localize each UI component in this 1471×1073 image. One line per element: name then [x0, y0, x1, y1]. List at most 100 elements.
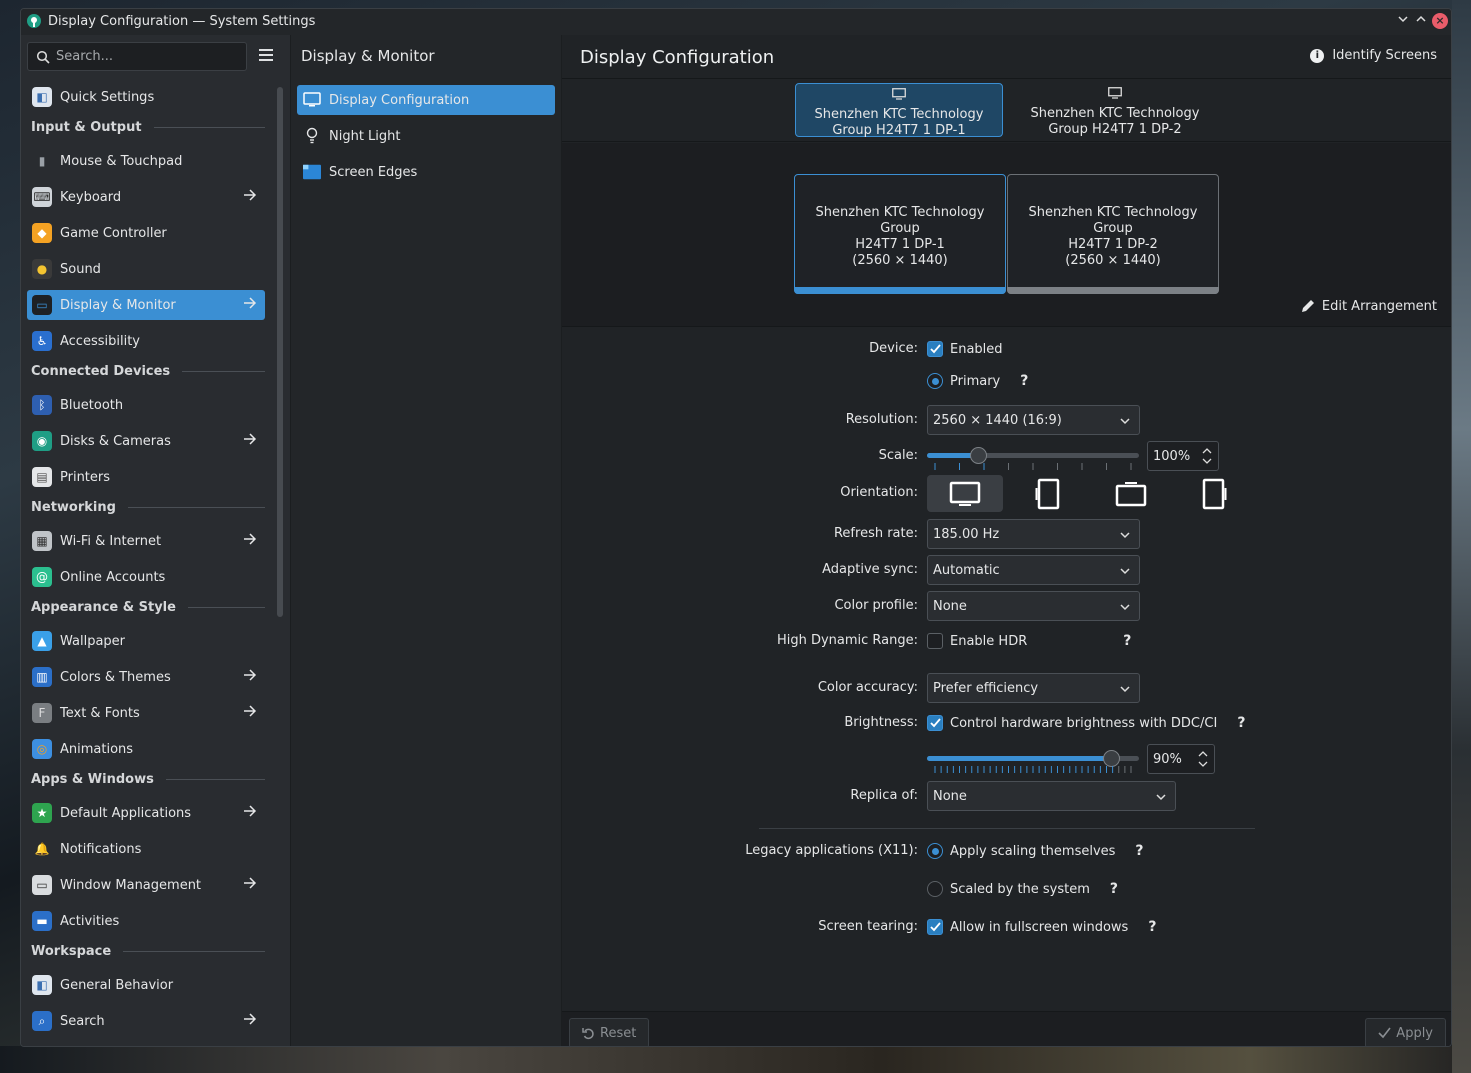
monitor-selection-bar — [794, 287, 1006, 294]
search-input[interactable] — [56, 49, 236, 64]
monitor-resolution: (2560 × 1440) — [852, 253, 948, 268]
reset-label: Reset — [600, 1025, 637, 1041]
close-button[interactable]: × — [1432, 13, 1448, 29]
reset-button[interactable]: Reset — [569, 1018, 650, 1046]
adaptive-sync-dropdown[interactable]: Automatic — [927, 555, 1140, 585]
ddc-checkbox[interactable]: Control hardware brightness with DDC/CI … — [927, 710, 1245, 736]
sidebar-item-search[interactable]: ⌕ Search — [27, 1006, 265, 1036]
arrow-right-icon — [244, 533, 257, 545]
subcategory-item-screen-edges[interactable]: Screen Edges — [297, 157, 555, 187]
sidebar-item-window-management[interactable]: ▭ Window Management — [27, 870, 265, 900]
sidebar-item-mouse-touchpad[interactable]: ▮ Mouse & Touchpad — [27, 146, 265, 176]
sidebar-item-sound[interactable]: ● Sound — [27, 254, 265, 284]
slider-handle[interactable] — [1103, 750, 1120, 767]
slider-ticks — [934, 766, 1132, 773]
spin-arrows-icon[interactable] — [1198, 748, 1208, 770]
minimize-button[interactable] — [1395, 13, 1411, 29]
resolution-row: Resolution: 2560 × 1440 (16:9) — [562, 403, 1451, 435]
checkbox-checked-icon — [927, 715, 943, 731]
help-icon[interactable]: ? — [1237, 715, 1245, 731]
arrow-right-icon — [244, 297, 257, 309]
maximize-button[interactable] — [1413, 13, 1429, 29]
sidebar-item-printers[interactable]: ▤ Printers — [27, 462, 265, 492]
help-icon[interactable]: ? — [1123, 633, 1131, 649]
sidebar-item-general-behavior[interactable]: ◧ General Behavior — [27, 970, 265, 1000]
sidebar-item-disks-cameras[interactable]: ◉ Disks & Cameras — [27, 426, 265, 456]
brightness-spinbox[interactable]: 90% — [1147, 744, 1215, 774]
monitor-icon — [892, 88, 906, 100]
search-box[interactable] — [27, 42, 247, 71]
orientation-portrait-button[interactable] — [1010, 475, 1086, 512]
sidebar-item-animations[interactable]: ◎ Animations — [27, 734, 265, 764]
scale-slider[interactable] — [927, 443, 1139, 470]
sidebar-item-text-fonts[interactable]: F Text & Fonts — [27, 698, 265, 728]
sidebar-item-colors-themes[interactable]: ▥ Colors & Themes — [27, 662, 265, 692]
refresh-rate-dropdown[interactable]: 185.00 Hz — [927, 519, 1140, 549]
sidebar-item-online-accounts[interactable]: @ Online Accounts — [27, 562, 265, 592]
arrangement-monitor-dp2[interactable]: Shenzhen KTC Technology Group H24T7 1 DP… — [1007, 174, 1219, 294]
scale-spinbox[interactable]: 100% — [1147, 441, 1219, 471]
general-behavior-icon: ◧ — [32, 975, 52, 995]
help-icon[interactable]: ? — [1110, 881, 1118, 897]
orientation-portrait-flipped-button[interactable] — [1176, 475, 1252, 512]
primary-radio[interactable]: Primary ? — [927, 368, 1028, 394]
chevron-down-icon — [1156, 794, 1166, 801]
help-icon[interactable]: ? — [1020, 373, 1028, 389]
screen-tab-dp1[interactable]: Shenzhen KTC Technology Group H24T7 1 DP… — [795, 83, 1003, 138]
replica-dropdown[interactable]: None — [927, 781, 1176, 811]
sidebar-item-notifications[interactable]: 🔔 Notifications — [27, 834, 265, 864]
orientation-landscape-button[interactable] — [927, 475, 1003, 512]
legacy-opt1-label: Apply scaling themselves — [950, 843, 1116, 859]
sidebar-item-default-applications[interactable]: ★ Default Applications — [27, 798, 265, 828]
sidebar-item-bluetooth[interactable]: ᛒ Bluetooth — [27, 390, 265, 420]
screen-edges-icon — [303, 163, 321, 181]
tearing-checkbox[interactable]: Allow in fullscreen windows ? — [927, 914, 1156, 940]
chevron-up-icon — [1416, 15, 1426, 22]
identify-screens-button[interactable]: i Identify Screens — [1310, 48, 1437, 63]
sidebar-item-label: Disks & Cameras — [60, 433, 171, 449]
section-rule — [165, 778, 265, 780]
main-panel: Display Configuration i Identify Screens… — [562, 35, 1451, 1046]
printer-icon: ▤ — [32, 467, 52, 487]
screen-tab-dp2[interactable]: Shenzhen KTC Technology Group H24T7 1 DP… — [1011, 83, 1219, 137]
help-icon[interactable]: ? — [1148, 919, 1156, 935]
legacy-apply-scaling-radio[interactable]: Apply scaling themselves ? — [927, 838, 1144, 864]
sidebar-item-label: Wallpaper — [60, 633, 126, 649]
refresh-row: Refresh rate: 185.00 Hz — [562, 517, 1451, 549]
sidebar-item-game-controller[interactable]: ◆ Game Controller — [27, 218, 265, 248]
checkmark-icon — [1378, 1027, 1391, 1039]
sidebar-item-wallpaper[interactable]: ▲ Wallpaper — [27, 626, 265, 656]
spin-arrows-icon[interactable] — [1202, 445, 1212, 467]
brightness-slider[interactable] — [927, 746, 1139, 773]
slider-handle[interactable] — [970, 447, 987, 464]
hdr-checkbox[interactable]: Enable HDR ? — [927, 628, 1131, 654]
subcategory-item-night-light[interactable]: Night Light — [297, 121, 555, 151]
edit-arrangement-button[interactable]: Edit Arrangement — [1300, 298, 1437, 314]
landscape-flipped-icon — [1115, 481, 1147, 506]
adaptive-sync-label: Adaptive sync: — [822, 562, 918, 577]
sidebar-item-keyboard[interactable]: ⌨ Keyboard — [27, 182, 265, 212]
sidebar-item-wi-fi-internet[interactable]: ▦ Wi-Fi & Internet — [27, 526, 265, 556]
sidebar-item-label: Game Controller — [60, 225, 167, 241]
subcategory-item-display-configuration[interactable]: Display Configuration — [297, 85, 555, 115]
sidebar-item-accessibility[interactable]: ♿ Accessibility — [27, 326, 265, 356]
menu-icon-line — [259, 49, 273, 51]
sidebar-item-quick-settings[interactable]: ◧ Quick Settings — [27, 82, 265, 112]
enabled-checkbox[interactable]: Enabled — [927, 336, 1003, 362]
sidebar-scrollbar[interactable] — [277, 87, 283, 617]
sidebar-item-display-monitor[interactable]: ▭ Display & Monitor — [27, 290, 265, 320]
apply-button[interactable]: Apply — [1365, 1018, 1446, 1046]
sidebar-item-label: Window Management — [60, 877, 202, 893]
orientation-flipped-button[interactable] — [1093, 475, 1169, 512]
color-profile-dropdown[interactable]: None — [927, 591, 1140, 621]
resolution-dropdown[interactable]: 2560 × 1440 (16:9) — [927, 405, 1140, 435]
device-row: Device: Enabled — [562, 336, 1451, 362]
hamburger-menu-button[interactable] — [259, 49, 273, 63]
color-profile-label: Color profile: — [834, 598, 918, 613]
sidebar-item-activities[interactable]: ▬ Activities — [27, 906, 265, 936]
legacy-scaled-by-system-radio[interactable]: Scaled by the system ? — [927, 876, 1118, 902]
color-accuracy-dropdown[interactable]: Prefer efficiency — [927, 673, 1140, 703]
help-icon[interactable]: ? — [1135, 843, 1143, 859]
portrait-icon — [1035, 478, 1060, 509]
arrangement-monitor-dp1[interactable]: Shenzhen KTC Technology Group H24T7 1 DP… — [794, 174, 1006, 294]
